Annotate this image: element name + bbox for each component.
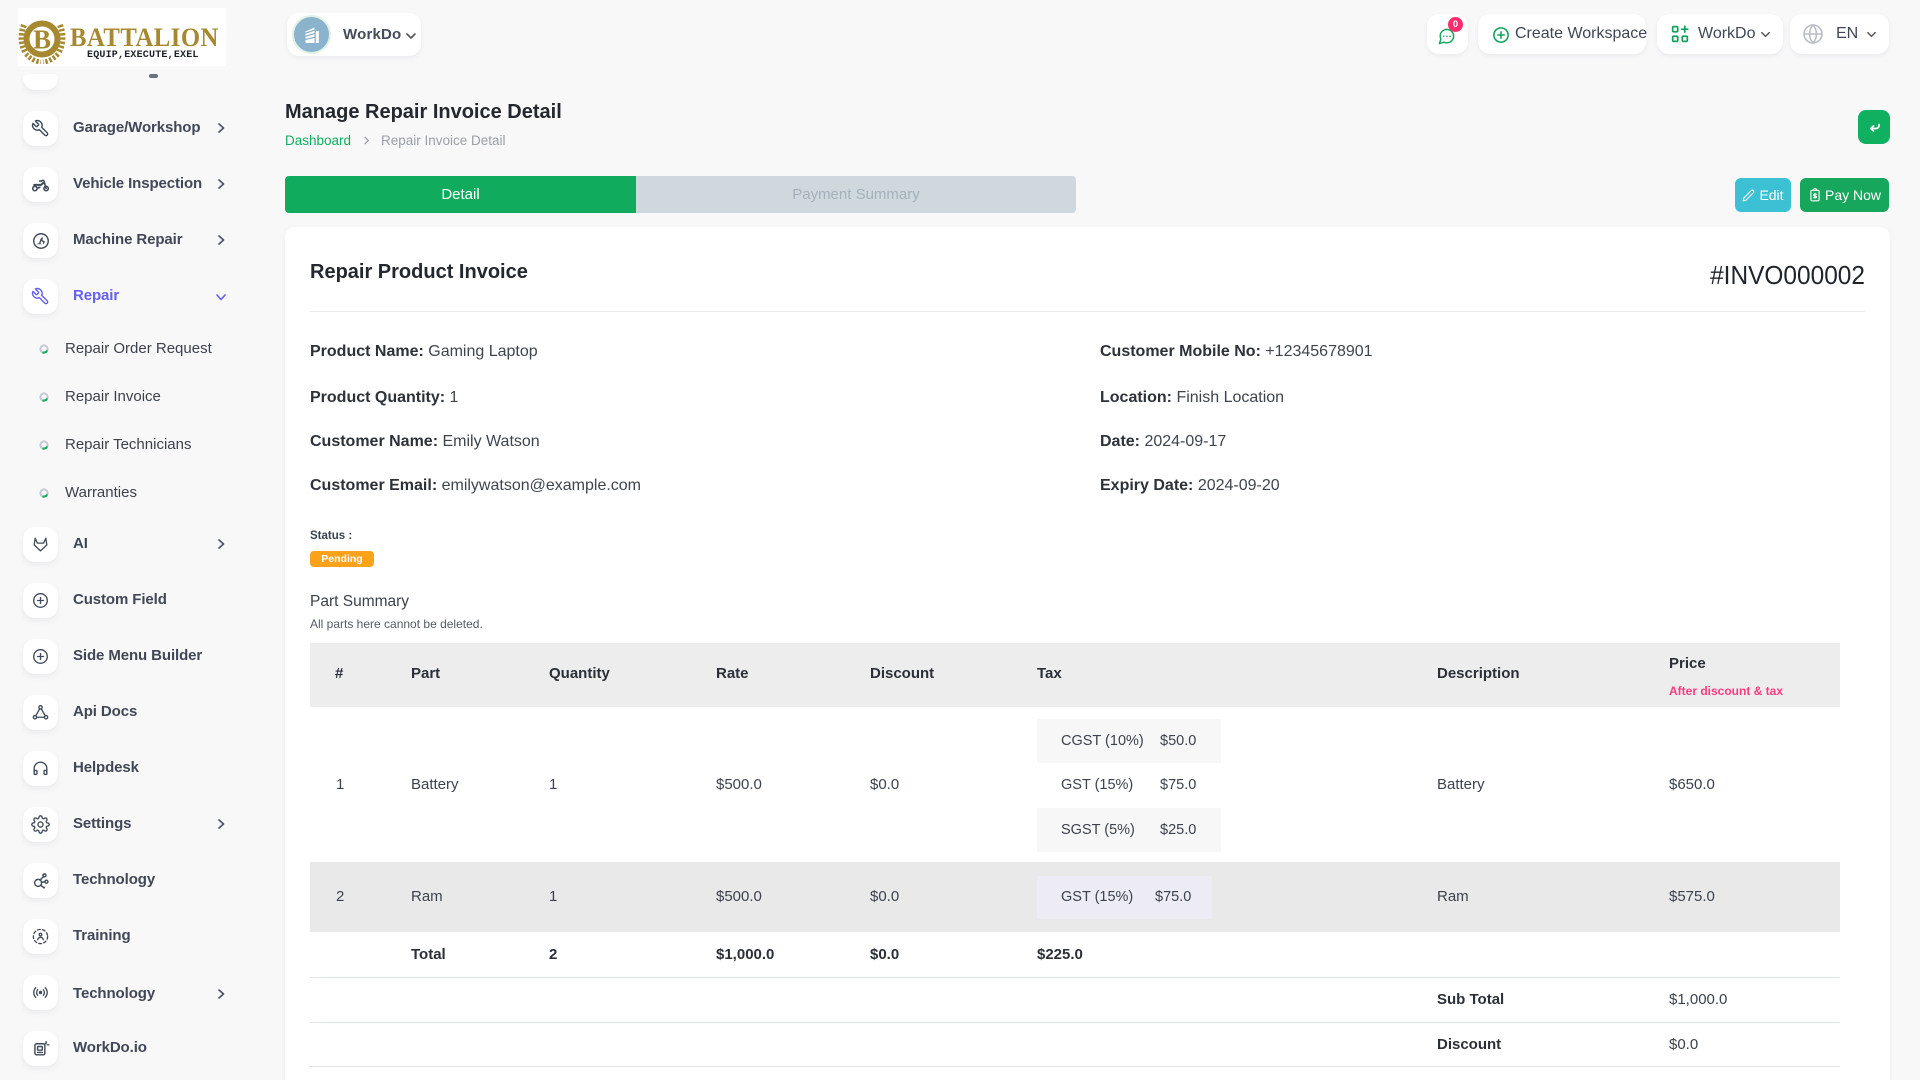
svg-text:B: B [33, 25, 51, 55]
